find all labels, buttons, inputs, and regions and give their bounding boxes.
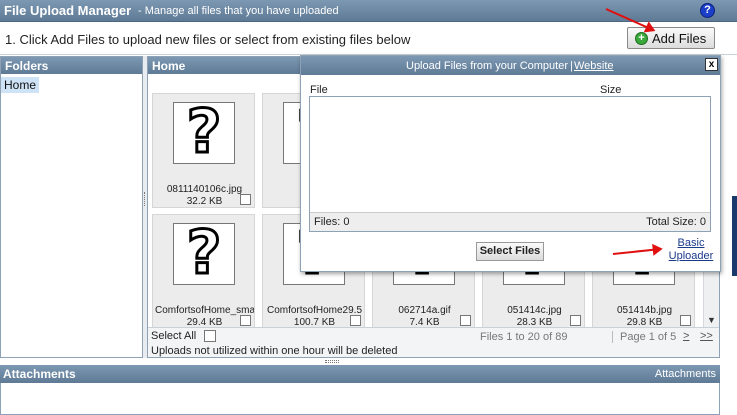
attachments-right-label: Attachments: [654, 368, 716, 380]
folders-header: Folders: [1, 57, 142, 74]
dialog-header: Upload Files from your Computer | Websit…: [301, 56, 720, 75]
attachments-title: Attachments: [3, 367, 76, 381]
app-title: File Upload Manager: [4, 3, 132, 18]
page-indicator: Page 1 of 5: [620, 331, 677, 343]
file-checkbox[interactable]: [570, 315, 581, 326]
file-checkbox[interactable]: [240, 315, 251, 326]
right-edge-strip: [722, 56, 737, 415]
attachments-header: Attachments Attachments: [0, 365, 720, 383]
basic-uploader-link[interactable]: Basic Uploader: [663, 237, 719, 263]
help-icon[interactable]: ?: [700, 3, 715, 18]
app-subtitle: - Manage all files that you have uploade…: [138, 5, 339, 17]
add-files-label: Add Files: [652, 31, 707, 46]
unknown-file-icon: ?: [173, 96, 235, 169]
horizontal-splitter-grip[interactable]: [325, 360, 339, 363]
file-checkbox[interactable]: [240, 194, 251, 205]
footer-divider: [612, 331, 613, 343]
scroll-down-icon[interactable]: ▼: [707, 315, 716, 325]
upload-file-list[interactable]: Files: 0 Total Size: 0: [309, 96, 711, 232]
instruction-text: 1. Click Add Files to upload new files o…: [5, 32, 411, 47]
dialog-title: Upload Files from your Computer: [406, 60, 569, 72]
size-column-header: Size: [600, 84, 622, 96]
select-all-label: Select All: [151, 330, 197, 342]
file-checkbox[interactable]: [460, 315, 471, 326]
add-files-button[interactable]: + Add Files: [627, 27, 715, 49]
total-size: Total Size: 0: [646, 216, 706, 228]
close-icon[interactable]: x: [705, 58, 718, 71]
select-all-checkbox[interactable]: [204, 330, 216, 342]
file-range: Files 1 to 20 of 89: [480, 331, 568, 343]
splitter-grip[interactable]: [144, 192, 146, 206]
file-tile[interactable]: ? 0811140106c.jpg 32.2 KB: [152, 93, 255, 208]
select-files-button[interactable]: Select Files: [476, 242, 544, 261]
file-column-header: File: [310, 84, 328, 96]
attachments-area: [0, 383, 720, 415]
file-tile[interactable]: ? ComfortsofHome_sma 29.4 KB: [152, 214, 255, 327]
file-checkbox[interactable]: [680, 315, 691, 326]
expiry-notice: Uploads not utilized within one hour wil…: [151, 345, 398, 357]
folders-panel: Folders Home: [0, 56, 143, 358]
files-count: Files: 0: [314, 216, 350, 228]
unknown-file-icon: ?: [173, 217, 235, 290]
upload-dialog: Upload Files from your Computer | Websit…: [300, 55, 721, 272]
add-icon: +: [635, 32, 648, 45]
dialog-title-separator: |: [570, 60, 573, 72]
website-link[interactable]: Website: [574, 60, 614, 72]
file-checkbox[interactable]: [350, 315, 361, 326]
right-edge-marker: [732, 196, 737, 276]
upload-list-footer: Files: 0 Total Size: 0: [310, 212, 710, 231]
last-page-link[interactable]: >>: [700, 330, 713, 342]
folder-item-home[interactable]: Home: [1, 77, 40, 93]
files-footer: Select All Files 1 to 20 of 89 Page 1 of…: [148, 327, 719, 357]
next-page-link[interactable]: >: [683, 330, 689, 342]
